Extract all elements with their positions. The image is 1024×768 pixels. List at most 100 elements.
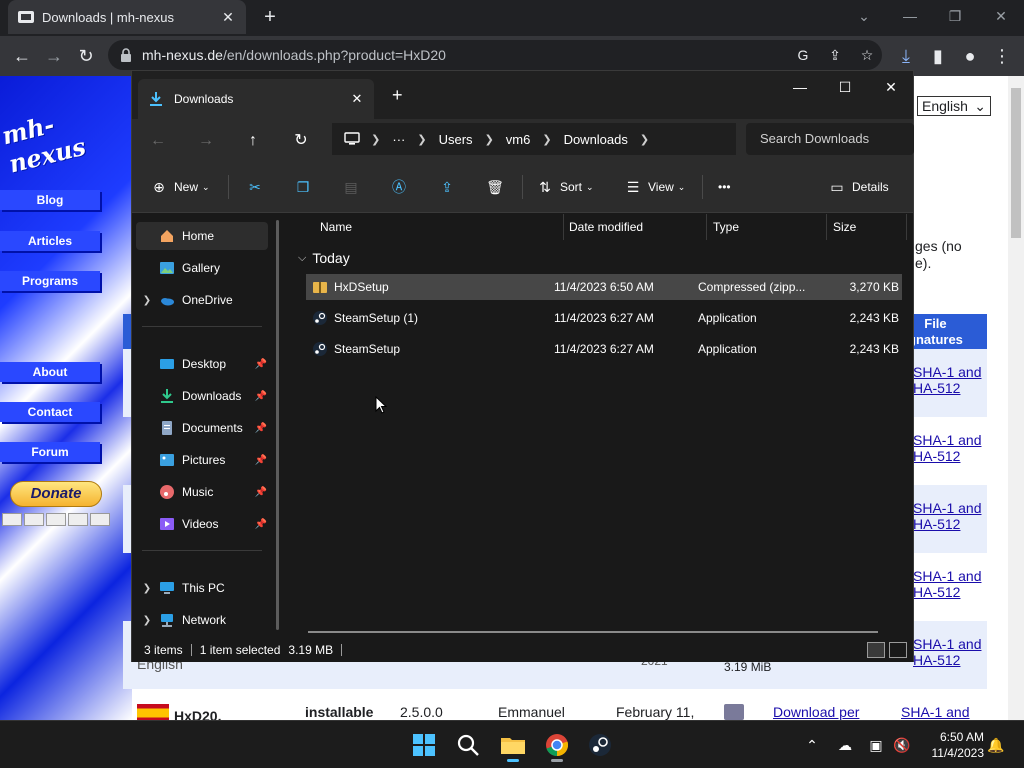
- nav-scrollbar[interactable]: [276, 220, 279, 630]
- minimize-icon[interactable]: —: [785, 75, 815, 99]
- forward-button[interactable]: →: [194, 129, 218, 153]
- bookmark-star-icon[interactable]: ☆: [856, 44, 878, 66]
- sha-link[interactable]: HA-512: [913, 652, 960, 668]
- network-icon[interactable]: ▣: [866, 735, 886, 755]
- chevron-right-icon[interactable]: ❯: [136, 583, 158, 594]
- search-button[interactable]: [452, 729, 484, 761]
- notification-bell-icon[interactable]: 🔔: [986, 735, 1006, 755]
- menu-icon[interactable]: ⋮: [990, 44, 1014, 68]
- chevron-right-icon[interactable]: ❯: [136, 615, 158, 626]
- sha-link[interactable]: SHA-1 and: [901, 704, 969, 720]
- column-header-date[interactable]: Date modified: [563, 214, 707, 240]
- share-icon[interactable]: ⇪: [824, 44, 846, 66]
- donate-button[interactable]: Donate: [10, 481, 102, 507]
- file-explorer-taskbar-button[interactable]: [497, 729, 529, 762]
- maximize-icon[interactable]: ☐: [830, 75, 860, 99]
- nav-item-downloads[interactable]: Downloads 📌: [136, 382, 268, 410]
- volume-muted-icon[interactable]: 🔇: [892, 735, 912, 755]
- delete-button[interactable]: 🗑: [486, 175, 504, 199]
- sha-link[interactable]: SHA-1 and: [913, 568, 981, 584]
- back-button[interactable]: ←: [10, 44, 34, 68]
- chevron-up-icon[interactable]: ⌃: [802, 735, 822, 755]
- tiles-view-icon[interactable]: [889, 642, 907, 658]
- site-nav-programs[interactable]: Programs: [0, 271, 100, 291]
- sha-link[interactable]: SHA-1 and: [913, 500, 981, 516]
- steam-taskbar-button[interactable]: [584, 729, 616, 761]
- back-button[interactable]: ←: [146, 129, 170, 153]
- nav-item-gallery[interactable]: Gallery: [136, 254, 268, 282]
- cut-button[interactable]: ✂: [246, 175, 264, 199]
- page-scrollbar[interactable]: [1008, 76, 1024, 720]
- restore-icon[interactable]: ❐: [941, 4, 969, 28]
- forward-button[interactable]: →: [42, 44, 66, 68]
- close-icon[interactable]: ✕: [987, 4, 1015, 28]
- breadcrumb-downloads[interactable]: Downloads: [564, 132, 628, 147]
- sha-link[interactable]: SHA-1 and: [913, 432, 981, 448]
- nav-item-pictures[interactable]: Pictures 📌: [136, 446, 268, 474]
- see-more-button[interactable]: •••: [718, 175, 731, 199]
- minimize-icon[interactable]: —: [896, 4, 924, 28]
- nav-item-videos[interactable]: Videos 📌: [136, 510, 268, 538]
- nav-item-desktop[interactable]: Desktop 📌: [136, 350, 268, 378]
- horizontal-scrollbar[interactable]: [308, 631, 878, 633]
- file-row[interactable]: SteamSetup (1) 11/4/2023 6:27 AM Applica…: [306, 305, 902, 331]
- chevron-right-icon[interactable]: ❯: [136, 295, 158, 306]
- cloud-offline-icon[interactable]: ☁: [835, 735, 855, 755]
- sort-button[interactable]: ⇅ Sort ⌄: [536, 175, 593, 199]
- sha-link[interactable]: HA-512: [913, 380, 960, 396]
- explorer-tab[interactable]: Downloads ✕: [138, 79, 374, 119]
- breadcrumb-overflow[interactable]: ···: [392, 132, 405, 147]
- details-view-icon[interactable]: [867, 642, 885, 658]
- site-nav-about[interactable]: About: [0, 362, 100, 382]
- copy-button[interactable]: ❐: [294, 175, 312, 199]
- nav-item-documents[interactable]: Documents 📌: [136, 414, 268, 442]
- group-header-today[interactable]: ⌵ Today: [298, 250, 350, 266]
- scrollbar-thumb[interactable]: [1011, 88, 1021, 238]
- sha-link[interactable]: SHA-1 and: [913, 636, 981, 652]
- nav-item-music[interactable]: Music 📌: [136, 478, 268, 506]
- breadcrumb-vm6[interactable]: vm6: [506, 132, 531, 147]
- up-button[interactable]: ↑: [241, 129, 265, 153]
- site-nav-articles[interactable]: Articles: [0, 231, 100, 251]
- new-button[interactable]: ⊕ New ⌄: [150, 175, 209, 199]
- close-icon[interactable]: ✕: [876, 75, 906, 99]
- breadcrumb-users[interactable]: Users: [439, 132, 473, 147]
- site-nav-blog[interactable]: Blog: [0, 190, 100, 210]
- column-header-name[interactable]: Name: [314, 214, 564, 240]
- details-button[interactable]: ▭ Details: [828, 175, 888, 199]
- nav-item-network[interactable]: ❯ Network: [136, 606, 268, 634]
- file-row[interactable]: HxDSetup 11/4/2023 6:50 AM Compressed (z…: [306, 274, 902, 300]
- chrome-taskbar-button[interactable]: [541, 729, 573, 762]
- google-lens-icon[interactable]: G: [792, 44, 814, 66]
- site-nav-contact[interactable]: Contact: [0, 402, 100, 422]
- column-header-type[interactable]: Type: [707, 214, 827, 240]
- new-tab-button[interactable]: +: [392, 85, 403, 106]
- breadcrumb[interactable]: ❯ ··· ❯ Users ❯ vm6 ❯ Downloads ❯: [332, 123, 736, 155]
- reload-button[interactable]: ↻: [74, 44, 98, 68]
- column-header-size[interactable]: Size: [827, 214, 907, 240]
- sha-link[interactable]: HA-512: [913, 584, 960, 600]
- nav-item-this-pc[interactable]: ❯ This PC: [136, 574, 268, 602]
- address-bar[interactable]: mh-nexus.de /en/downloads.php?product=Hx…: [108, 40, 882, 70]
- browser-tab[interactable]: Downloads | mh-nexus ✕: [8, 0, 246, 34]
- start-button[interactable]: [408, 729, 440, 761]
- download-icon[interactable]: ⤓: [894, 44, 918, 68]
- clock[interactable]: 6:50 AM 11/4/2023: [922, 729, 985, 761]
- site-nav-forum[interactable]: Forum: [0, 442, 100, 462]
- nav-item-home[interactable]: Home: [136, 222, 268, 250]
- close-icon[interactable]: ✕: [350, 91, 364, 107]
- side-panel-icon[interactable]: ▮: [926, 44, 950, 68]
- sha-link[interactable]: HA-512: [913, 516, 960, 532]
- share-button[interactable]: ⇪: [438, 175, 456, 199]
- profile-icon[interactable]: ●: [958, 44, 982, 68]
- new-tab-button[interactable]: +: [258, 6, 282, 30]
- nav-item-onedrive[interactable]: ❯ OneDrive: [136, 286, 268, 314]
- sha-link[interactable]: SHA-1 and: [913, 364, 981, 380]
- view-button[interactable]: ☰ View ⌄: [624, 175, 686, 199]
- close-icon[interactable]: ✕: [220, 9, 236, 25]
- rename-button[interactable]: Ⓐ: [390, 175, 408, 199]
- sha-link[interactable]: HA-512: [913, 448, 960, 464]
- file-row[interactable]: SteamSetup 11/4/2023 6:27 AM Application…: [306, 336, 902, 362]
- paste-button[interactable]: ▤: [342, 175, 360, 199]
- refresh-button[interactable]: ↻: [289, 129, 313, 153]
